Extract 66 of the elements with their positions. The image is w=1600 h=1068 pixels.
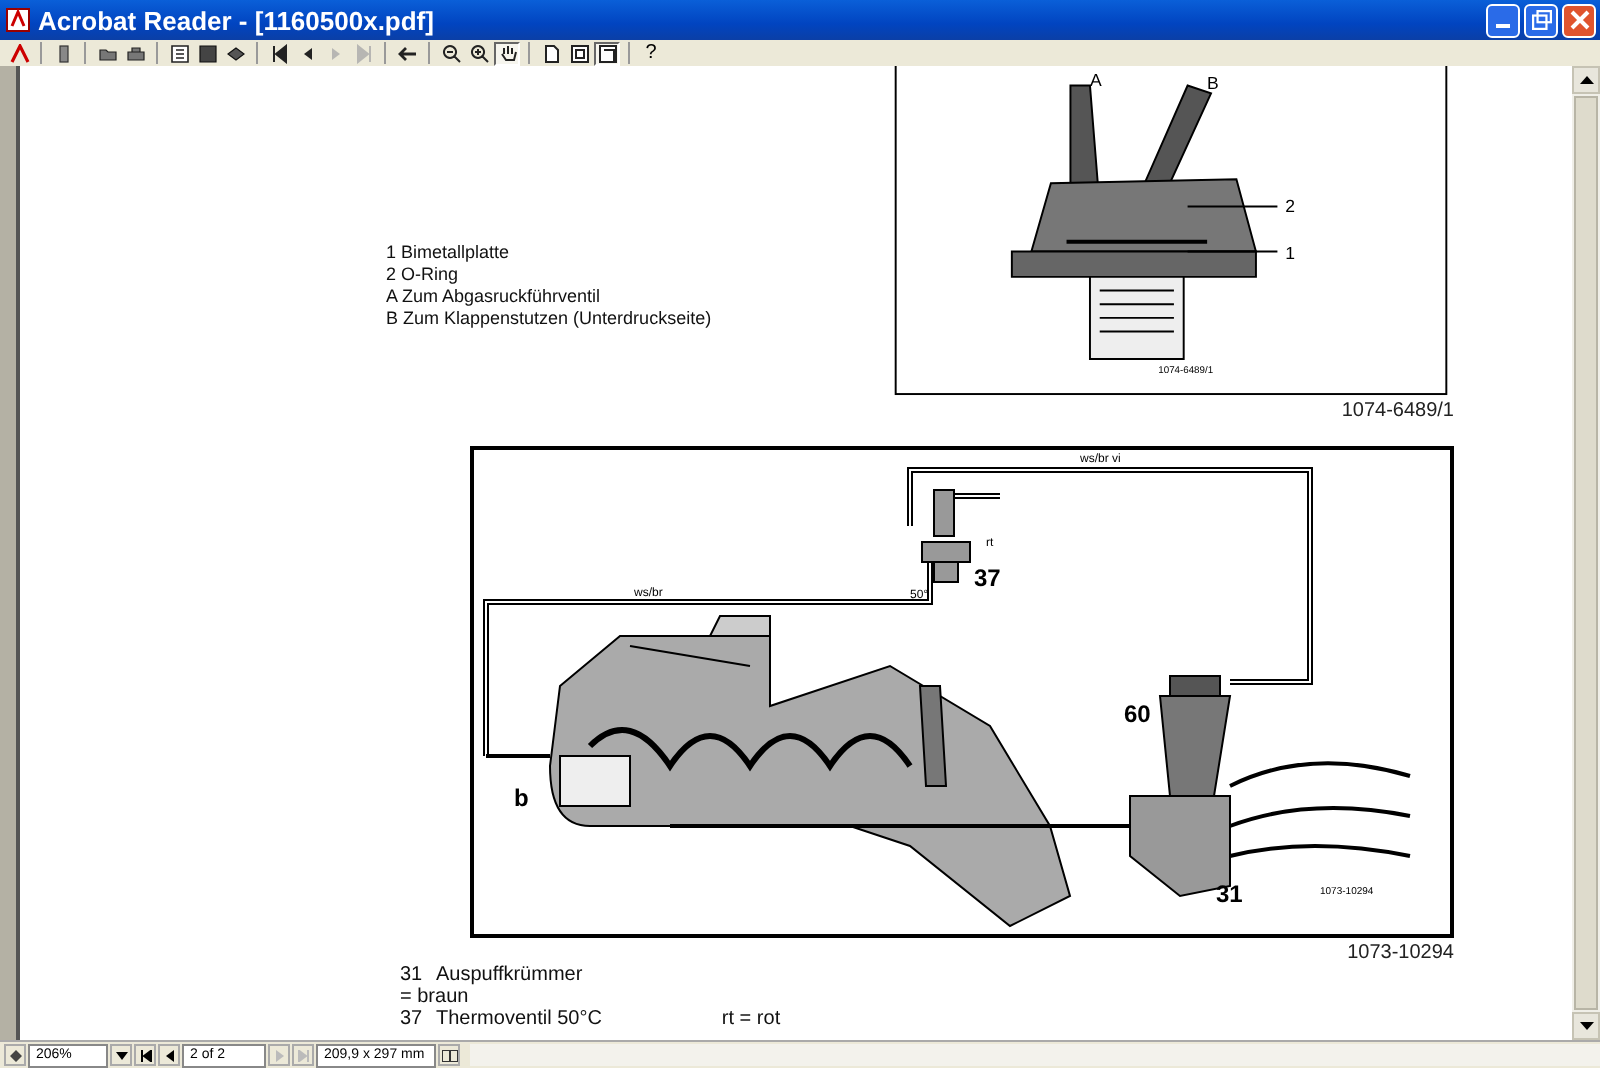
- legend-text: Thermoventil 50°C: [436, 1008, 602, 1030]
- previous-icon: [163, 1049, 175, 1061]
- drawing-label: A: [1089, 69, 1102, 90]
- part-number: 60: [1124, 700, 1151, 728]
- zoomin-icon: [469, 43, 489, 63]
- previous-page-button[interactable]: [158, 1044, 180, 1066]
- part-number: 37: [974, 564, 1001, 592]
- up-arrow-icon: [1579, 76, 1593, 84]
- toolbar-button[interactable]: [122, 41, 148, 65]
- zoomout-icon: [441, 43, 461, 63]
- legend-text: A Zum Abgasruckführventil: [386, 286, 601, 308]
- first-page-button[interactable]: [134, 1044, 156, 1066]
- legend-text: 2 O-Ring: [386, 264, 459, 286]
- toolbar-button[interactable]: [594, 41, 620, 65]
- legend-text: Auspuffkrümmer: [436, 964, 583, 986]
- down-arrow-icon: [1579, 1022, 1593, 1030]
- app-icon: [6, 8, 30, 32]
- help-button[interactable]: ?: [638, 41, 664, 65]
- caret-icon: [115, 1051, 127, 1059]
- drawing-label: 2: [1285, 196, 1295, 217]
- logo-icon: [9, 43, 29, 63]
- part-number: 31: [1216, 880, 1243, 908]
- zoom-dropdown-button[interactable]: [110, 1044, 132, 1066]
- restore-icon: [1531, 10, 1551, 30]
- toolbar-button[interactable]: [438, 41, 464, 65]
- last-icon: [353, 43, 373, 63]
- drawing-label: 1: [1285, 243, 1295, 264]
- toolbar-button[interactable]: [394, 41, 420, 65]
- figure-caption: 1074-6489/1: [1341, 400, 1454, 422]
- toolbar-button[interactable]: [166, 41, 192, 65]
- legend-number: 31: [400, 964, 425, 986]
- hand-icon: [497, 43, 517, 63]
- restore-button[interactable]: [1524, 3, 1558, 37]
- close-icon: [1569, 10, 1589, 30]
- minimize-button[interactable]: [1486, 3, 1520, 37]
- legend-text: rt = rot: [721, 1008, 781, 1030]
- legend-text: = braun: [400, 986, 469, 1008]
- toolbar-button[interactable]: [494, 41, 520, 65]
- last-page-icon: [297, 1049, 309, 1061]
- part-letter: b: [514, 784, 529, 812]
- layout-button[interactable]: [438, 1044, 460, 1066]
- figure-caption: 1073-10294: [1347, 942, 1454, 964]
- print-icon: [125, 43, 145, 63]
- legend-text: 1 Bimetallplatte: [386, 242, 510, 264]
- scroll-down-button[interactable]: [1572, 1012, 1600, 1040]
- scrollbar-thumb[interactable]: [1574, 96, 1598, 1010]
- first-page-icon: [139, 1049, 151, 1061]
- close-button[interactable]: [1562, 3, 1596, 37]
- panel-icon: [53, 43, 73, 63]
- scroll-up-button[interactable]: [1572, 66, 1600, 94]
- horizontal-scrollbar[interactable]: [470, 1044, 1600, 1066]
- next-icon: [273, 1049, 285, 1061]
- first-icon: [269, 43, 289, 63]
- minimize-icon: [1496, 24, 1510, 28]
- vertical-scrollbar[interactable]: [1572, 66, 1600, 1040]
- scroll-left-button[interactable]: [4, 1044, 26, 1066]
- legend-text: B Zum Klappenstutzen (Unterdruckseite): [386, 308, 712, 330]
- navigation-pane-strip[interactable]: [0, 66, 20, 1040]
- legend-number: 37: [400, 1008, 425, 1030]
- window-title: Acrobat Reader - [1160500x.pdf]: [38, 5, 434, 35]
- drawing-label: B: [1207, 73, 1219, 94]
- toolbar-button[interactable]: [466, 41, 492, 65]
- back-icon: [397, 43, 417, 63]
- toolbar-button[interactable]: [566, 41, 592, 65]
- page-layout-icon: [441, 1049, 457, 1061]
- toolbar-button[interactable]: [194, 41, 220, 65]
